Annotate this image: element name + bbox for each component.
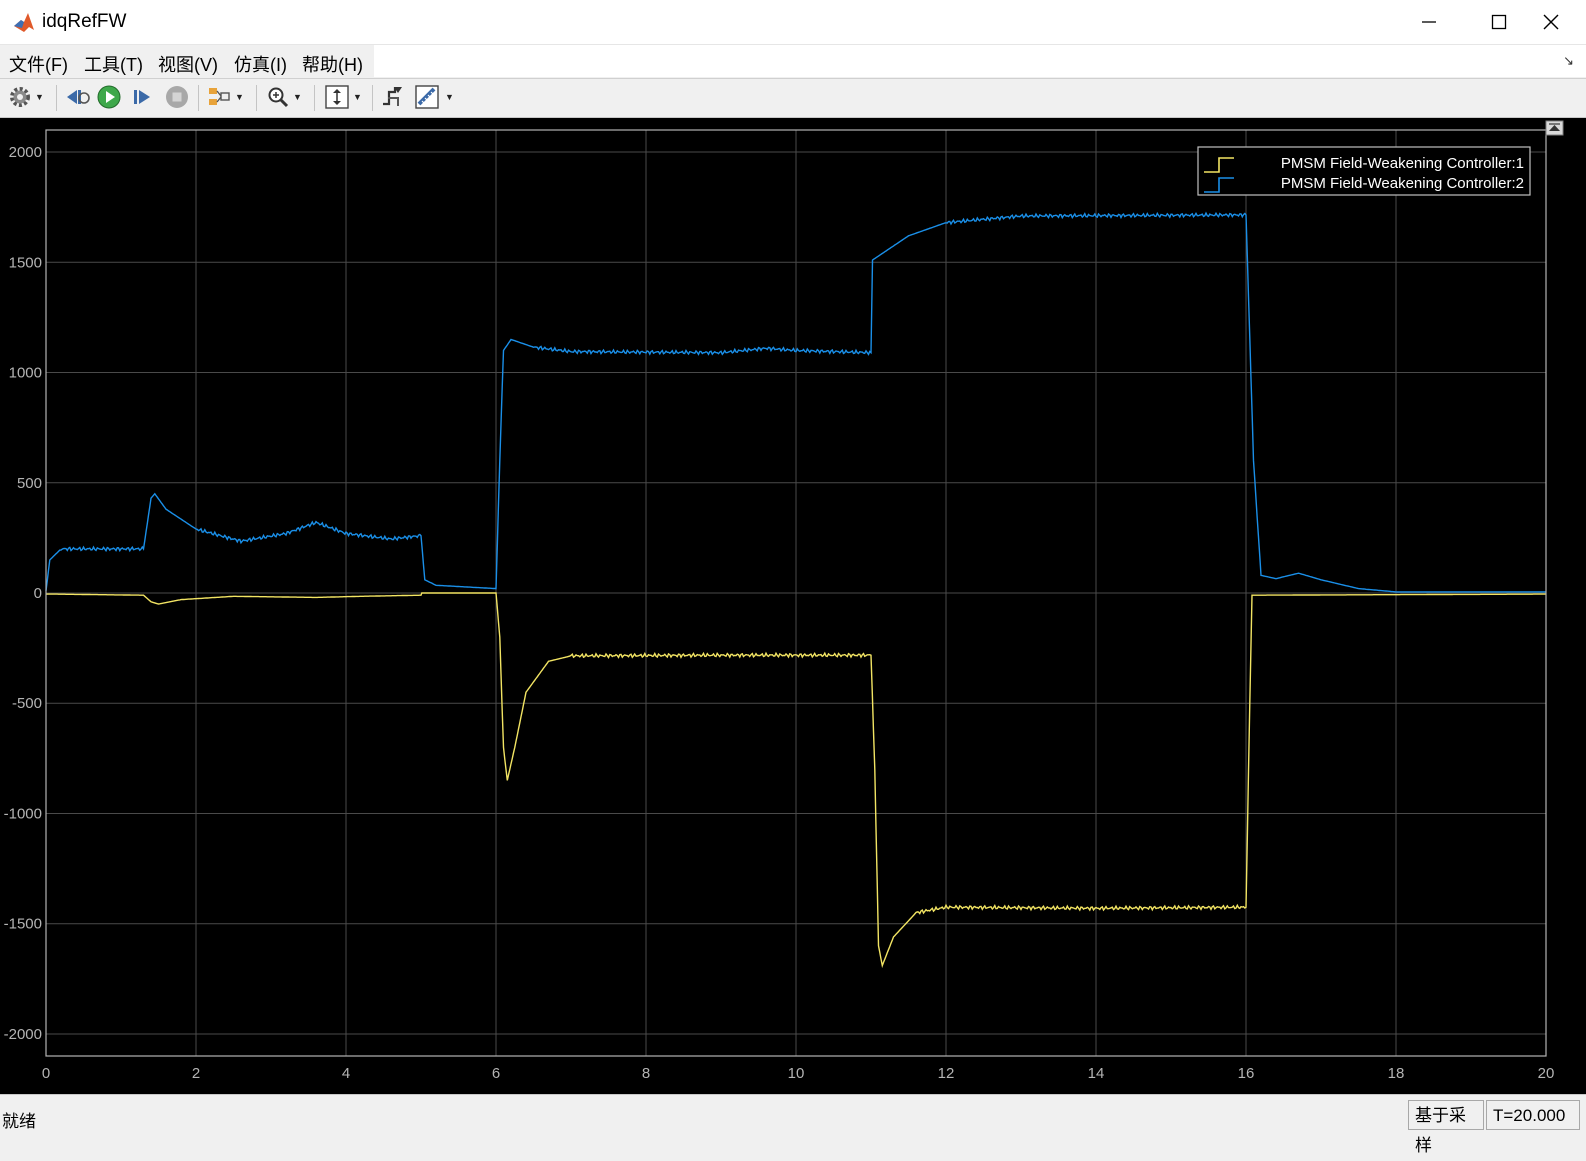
x-tick-label: 14	[1088, 1065, 1105, 1082]
y-tick-labels: -2000 -1500 -1000 -500 0 500 1000 1500 2000	[4, 144, 42, 1043]
undock-plot-button[interactable]	[1545, 120, 1564, 136]
menu-tools[interactable]: 工具(T)	[84, 51, 143, 77]
x-tick-labels: 0 2 4 6 8 10 12 14 16 18 20	[42, 1065, 1555, 1082]
y-tick-label: 500	[17, 475, 42, 492]
menu-view[interactable]: 视图(V)	[158, 51, 218, 77]
x-tick-label: 6	[492, 1065, 500, 1082]
triggers-button[interactable]	[380, 83, 406, 111]
chevron-down-icon[interactable]: ▼	[293, 92, 302, 102]
run-button[interactable]	[96, 83, 122, 111]
run-icon	[97, 85, 121, 109]
measurements-button[interactable]: ▼	[414, 83, 454, 111]
minimize-icon	[1422, 21, 1436, 23]
step-back-icon	[67, 90, 90, 104]
y-tick-label: -1500	[4, 916, 42, 933]
minimize-button[interactable]	[1394, 0, 1464, 44]
step-forward-icon	[134, 90, 150, 104]
toolbar-separator	[372, 85, 373, 111]
triggers-icon	[383, 87, 402, 106]
legend-label-1: PMSM Field-Weakening Controller:1	[1281, 155, 1524, 172]
toolbar: ▼ ▼ ▼ ▼ ▼	[0, 78, 1586, 118]
y-tick-label: -2000	[4, 1026, 42, 1043]
menu-bar: 文件(F) 工具(T) 视图(V) 仿真(I) 帮助(H) ↘	[0, 45, 1586, 77]
grid-lines	[45, 130, 1547, 1056]
matlab-logo-icon	[12, 10, 36, 34]
settings-button[interactable]: ▼	[8, 83, 44, 111]
x-tick-label: 8	[642, 1065, 650, 1082]
status-text: 就绪	[2, 1112, 36, 1131]
x-tick-label: 2	[192, 1065, 200, 1082]
scale-axes-icon	[325, 85, 349, 109]
undock-arrow-icon[interactable]: ↘	[1563, 53, 1574, 69]
legend-label-2: PMSM Field-Weakening Controller:2	[1281, 175, 1524, 192]
y-tick-label: -1000	[4, 805, 42, 822]
toolbar-separator	[198, 85, 199, 111]
toolbar-separator	[314, 85, 315, 111]
window-title: idqRefFW	[42, 11, 127, 32]
x-tick-label: 16	[1238, 1065, 1255, 1082]
toolbar-separator	[56, 85, 57, 111]
close-icon	[1543, 14, 1559, 30]
menu-help[interactable]: 帮助(H)	[302, 51, 363, 77]
x-tick-label: 18	[1388, 1065, 1405, 1082]
menu-wrap: 文件(F) 工具(T) 视图(V) 仿真(I) 帮助(H)	[0, 45, 374, 77]
zoom-icon	[268, 87, 289, 108]
scope-plot-area[interactable]: -2000 -1500 -1000 -500 0 500 1000 1500 2000 0 2 4 6…	[0, 118, 1586, 1094]
y-tick-label: 1500	[9, 254, 42, 271]
maximize-icon	[1491, 14, 1507, 30]
chevron-down-icon[interactable]: ▼	[35, 92, 44, 102]
y-tick-label: 2000	[9, 144, 42, 161]
y-tick-label: -500	[12, 695, 42, 712]
x-tick-label: 4	[342, 1065, 350, 1082]
scope-chart[interactable]: -2000 -1500 -1000 -500 0 500 1000 1500 2000 0 2 4 6…	[0, 118, 1586, 1094]
scale-axes-button[interactable]: ▼	[324, 83, 362, 111]
menu-file[interactable]: 文件(F)	[9, 51, 68, 77]
step-forward-button[interactable]	[130, 83, 154, 111]
stop-icon	[166, 86, 188, 108]
y-tick-label: 1000	[9, 365, 42, 382]
y-tick-label: 0	[34, 585, 42, 602]
toolbar-separator	[256, 85, 257, 111]
status-bar: 就绪 基于采样 T=20.000	[0, 1094, 1586, 1155]
chevron-down-icon[interactable]: ▼	[235, 92, 244, 102]
title-bar: idqRefFW	[0, 0, 1586, 45]
gear-icon	[10, 87, 30, 107]
x-tick-label: 12	[938, 1065, 955, 1082]
x-tick-label: 0	[42, 1065, 50, 1082]
sample-mode-indicator: 基于采样	[1408, 1100, 1484, 1155]
menu-simulation[interactable]: 仿真(I)	[234, 51, 287, 77]
stop-button[interactable]	[164, 83, 190, 111]
step-back-button[interactable]	[64, 83, 90, 111]
highlight-icon	[209, 88, 230, 105]
highlight-button[interactable]: ▼	[206, 83, 244, 111]
measurements-icon	[415, 85, 439, 109]
sim-time-indicator: T=20.000	[1486, 1100, 1580, 1130]
zoom-button[interactable]: ▼	[266, 83, 302, 111]
chevron-down-icon[interactable]: ▼	[353, 92, 362, 102]
x-tick-label: 20	[1538, 1065, 1555, 1082]
x-tick-label: 10	[788, 1065, 805, 1082]
close-button[interactable]	[1516, 0, 1586, 44]
chevron-down-icon[interactable]: ▼	[445, 92, 454, 102]
legend[interactable]: PMSM Field-Weakening Controller:1 PMSM F…	[1197, 146, 1531, 196]
